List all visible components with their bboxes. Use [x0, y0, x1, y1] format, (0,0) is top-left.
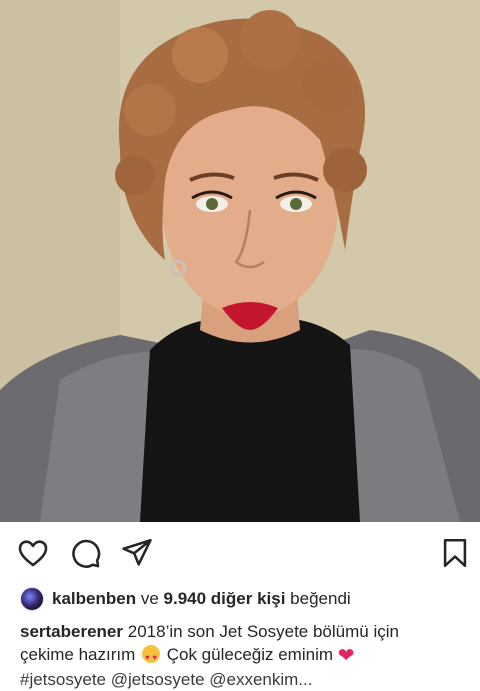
heart-outline-icon[interactable] [16, 536, 50, 570]
caption-line1: 2018’in son Jet Sosyete bölümü için [127, 622, 399, 641]
selfie-photo-illustration [0, 0, 480, 522]
avatar[interactable] [20, 587, 44, 611]
bookmark-icon[interactable] [438, 536, 472, 570]
post-action-bar [0, 522, 480, 584]
likes-summary: kalbenben ve 9.940 diğer kişi beğendi [20, 586, 351, 612]
paper-plane-icon[interactable] [120, 536, 154, 570]
post-caption: sertaberener 2018’in son Jet Sosyete böl… [20, 620, 460, 691]
likes-connector: ve [140, 589, 159, 608]
likes-suffix: beğendi [290, 589, 351, 608]
caption-line2-b: Çok güleceğiz eminim [166, 645, 334, 664]
caption-author[interactable]: sertaberener [20, 622, 123, 641]
red-heart-emoji-icon: ❤ [337, 645, 355, 667]
post-photo[interactable] [0, 0, 480, 522]
comment-bubble-icon[interactable] [68, 536, 102, 570]
heart-eyes-emoji-icon [141, 645, 160, 669]
liker-username[interactable]: kalbenben [52, 589, 136, 609]
likes-count-link[interactable]: 9.940 diğer kişi [164, 589, 286, 609]
caption-line2-a: çekime hazırım [20, 645, 136, 664]
